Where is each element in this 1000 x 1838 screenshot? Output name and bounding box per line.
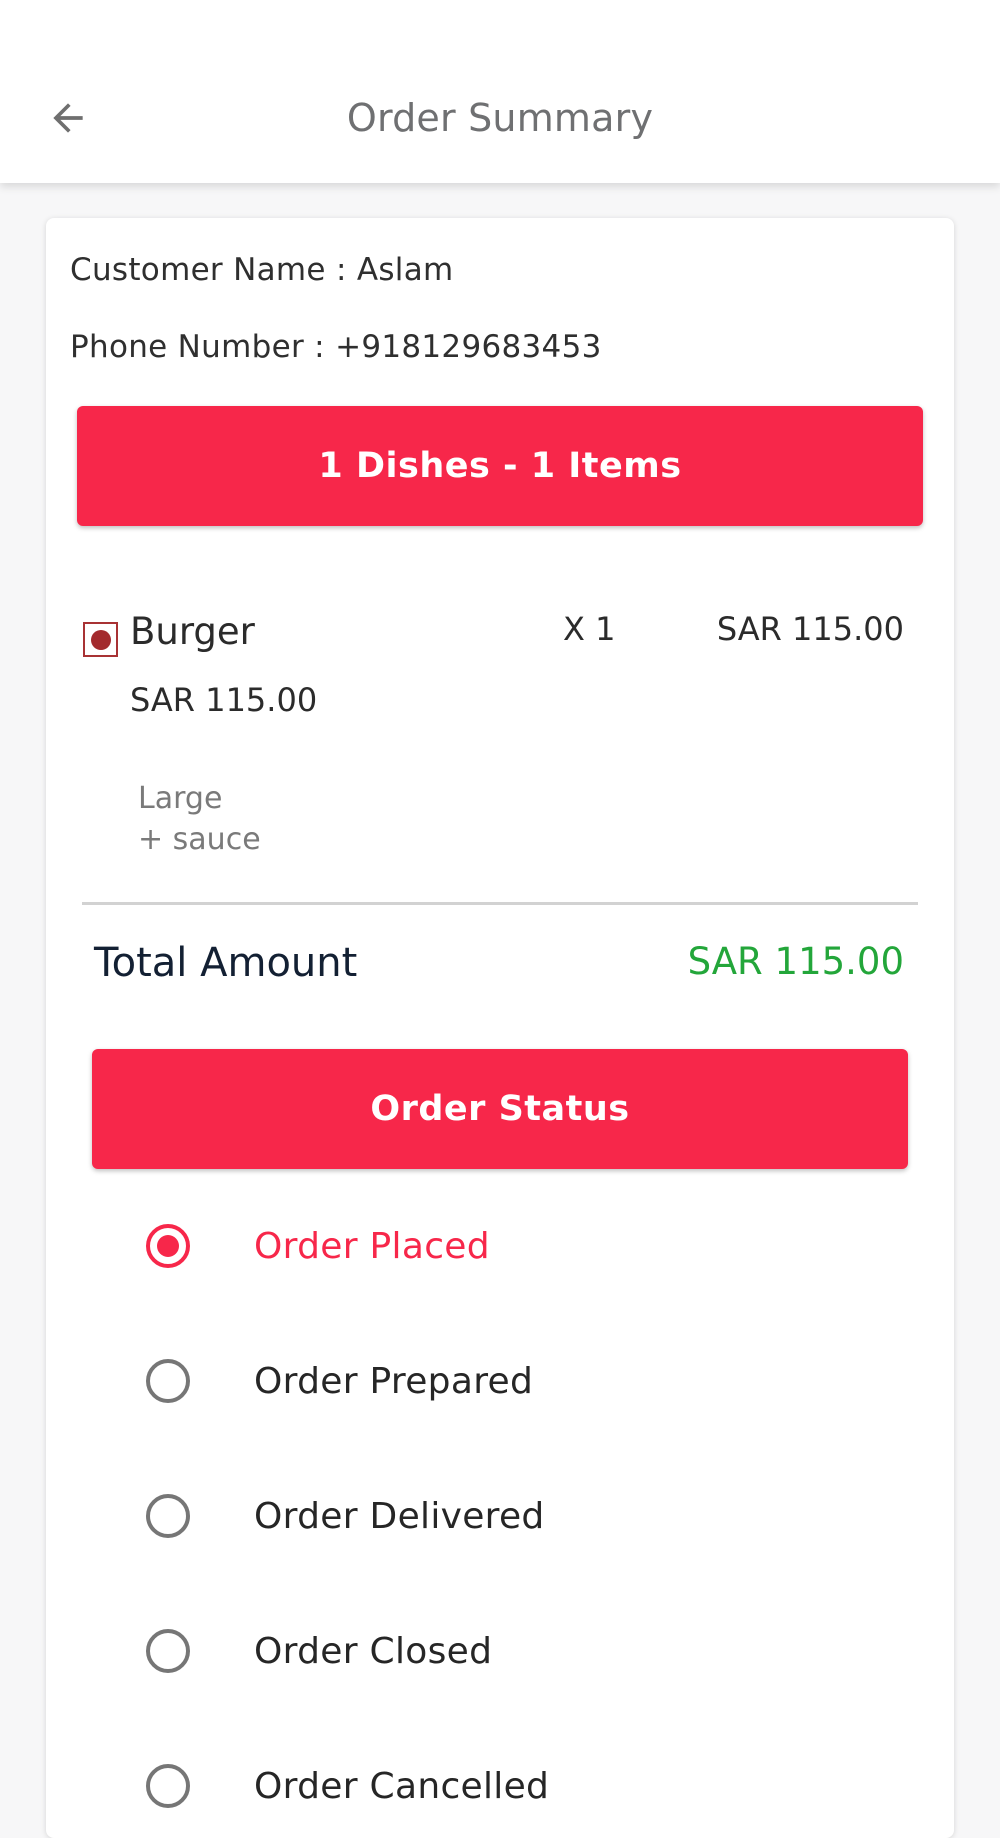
status-option-closed[interactable]: Order Closed bbox=[146, 1611, 906, 1691]
status-option-placed[interactable]: Order Placed bbox=[146, 1206, 906, 1286]
radio-dot bbox=[157, 1235, 179, 1257]
radio-unchecked-icon[interactable] bbox=[146, 1764, 190, 1808]
phone-number: Phone Number : +918129683453 bbox=[70, 329, 602, 365]
customer-name: Customer Name : Aslam bbox=[70, 252, 454, 288]
variant-addon: + sauce bbox=[138, 822, 261, 857]
radio-checked-icon[interactable] bbox=[146, 1224, 190, 1268]
status-option-cancelled[interactable]: Order Cancelled bbox=[146, 1746, 906, 1826]
order-card: Customer Name : Aslam Phone Number : +91… bbox=[46, 218, 954, 1838]
radio-unchecked-icon[interactable] bbox=[146, 1494, 190, 1538]
order-status-button[interactable]: Order Status bbox=[92, 1049, 908, 1169]
total-amount-value: SAR 115.00 bbox=[687, 940, 904, 983]
status-label: Order Cancelled bbox=[254, 1765, 550, 1807]
radio-unchecked-icon[interactable] bbox=[146, 1359, 190, 1403]
status-label: Order Placed bbox=[254, 1225, 490, 1267]
status-label: Order Closed bbox=[254, 1630, 493, 1672]
page-title: Order Summary bbox=[346, 96, 654, 140]
item-quantity: X 1 bbox=[563, 610, 616, 648]
status-label: Order Delivered bbox=[254, 1495, 545, 1537]
status-option-prepared[interactable]: Order Prepared bbox=[146, 1341, 906, 1421]
non-veg-mark-icon bbox=[83, 622, 118, 657]
total-amount-label: Total Amount bbox=[94, 940, 358, 986]
radio-unchecked-icon[interactable] bbox=[146, 1629, 190, 1673]
status-label: Order Prepared bbox=[254, 1360, 534, 1402]
divider bbox=[82, 902, 918, 905]
item-name: Burger bbox=[130, 610, 255, 653]
item-variants: Large + sauce bbox=[138, 778, 261, 860]
app-header: Order Summary bbox=[0, 0, 1000, 183]
status-option-delivered[interactable]: Order Delivered bbox=[146, 1476, 906, 1556]
non-veg-dot bbox=[90, 629, 111, 650]
item-unit-price: SAR 115.00 bbox=[130, 681, 318, 719]
item-line-total: SAR 115.00 bbox=[716, 610, 904, 648]
variant-size: Large bbox=[138, 781, 223, 816]
dishes-items-button[interactable]: 1 Dishes - 1 Items bbox=[77, 406, 923, 526]
